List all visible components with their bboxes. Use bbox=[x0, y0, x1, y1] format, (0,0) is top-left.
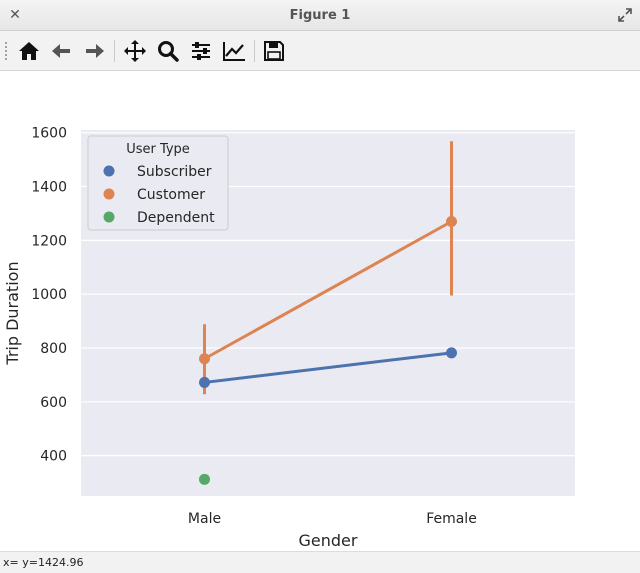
line-chart-icon bbox=[223, 42, 245, 61]
x-tick-label: Female bbox=[426, 511, 477, 527]
home-icon bbox=[19, 42, 39, 60]
x-tick-labels: Male Female bbox=[188, 511, 477, 527]
y-axis-label: Trip Duration bbox=[3, 261, 22, 365]
home-button[interactable] bbox=[15, 37, 43, 65]
save-button[interactable] bbox=[260, 37, 288, 65]
legend-marker bbox=[103, 211, 115, 223]
x-tick-label: Male bbox=[188, 511, 221, 527]
toolbar-separator bbox=[254, 40, 255, 62]
toolbar-grip[interactable] bbox=[4, 41, 8, 61]
arrow-right-icon bbox=[86, 44, 104, 58]
y-tick-label: 1400 bbox=[31, 180, 67, 196]
arrow-left-icon bbox=[52, 44, 70, 58]
floppy-disk-icon bbox=[264, 41, 284, 61]
y-tick-label: 600 bbox=[40, 395, 67, 411]
legend-title: User Type bbox=[126, 142, 190, 157]
data-point bbox=[199, 376, 210, 388]
move-icon bbox=[124, 40, 146, 62]
navigation-toolbar bbox=[0, 31, 640, 71]
edit-axis-button[interactable] bbox=[220, 37, 248, 65]
y-tick-labels: 400 600 800 1000 1200 1400 1600 bbox=[31, 126, 67, 465]
pan-button[interactable] bbox=[121, 37, 149, 65]
window-title: Figure 1 bbox=[289, 8, 351, 23]
zoom-button[interactable] bbox=[154, 37, 182, 65]
y-tick-label: 1000 bbox=[31, 287, 67, 303]
y-tick-label: 1600 bbox=[31, 126, 67, 142]
figure-canvas[interactable]: 400 600 800 1000 1200 1400 1600 Male Female Gen… bbox=[0, 71, 640, 551]
sliders-icon bbox=[192, 42, 210, 60]
legend-label: Customer bbox=[137, 187, 205, 203]
y-tick-label: 1200 bbox=[31, 233, 67, 249]
maximize-button[interactable] bbox=[616, 6, 634, 24]
legend: User Type Subscriber Customer Dependent bbox=[87, 135, 229, 231]
status-bar: x= y=1424.96 bbox=[0, 551, 640, 573]
point-plot[interactable]: 400 600 800 1000 1200 1400 1600 Male Female Gen… bbox=[0, 71, 640, 551]
legend-marker bbox=[103, 165, 115, 177]
magnifier-icon bbox=[158, 41, 179, 62]
data-point bbox=[446, 347, 457, 359]
data-point bbox=[446, 216, 457, 227]
configure-subplots-button[interactable] bbox=[187, 37, 215, 65]
window-titlebar: ✕ Figure 1 bbox=[0, 0, 640, 31]
y-tick-label: 400 bbox=[40, 449, 67, 465]
maximize-icon bbox=[618, 8, 632, 22]
legend-label: Dependent bbox=[137, 210, 215, 226]
data-point bbox=[199, 353, 210, 365]
toolbar-separator bbox=[114, 40, 115, 62]
x-axis-label: Gender bbox=[299, 531, 358, 550]
y-tick-label: 800 bbox=[40, 341, 67, 357]
data-point bbox=[199, 473, 210, 485]
cursor-coordinates: x= y=1424.96 bbox=[3, 556, 84, 569]
legend-marker bbox=[103, 188, 115, 200]
back-button[interactable] bbox=[48, 37, 76, 65]
forward-button[interactable] bbox=[80, 37, 108, 65]
legend-label: Subscriber bbox=[137, 164, 212, 180]
